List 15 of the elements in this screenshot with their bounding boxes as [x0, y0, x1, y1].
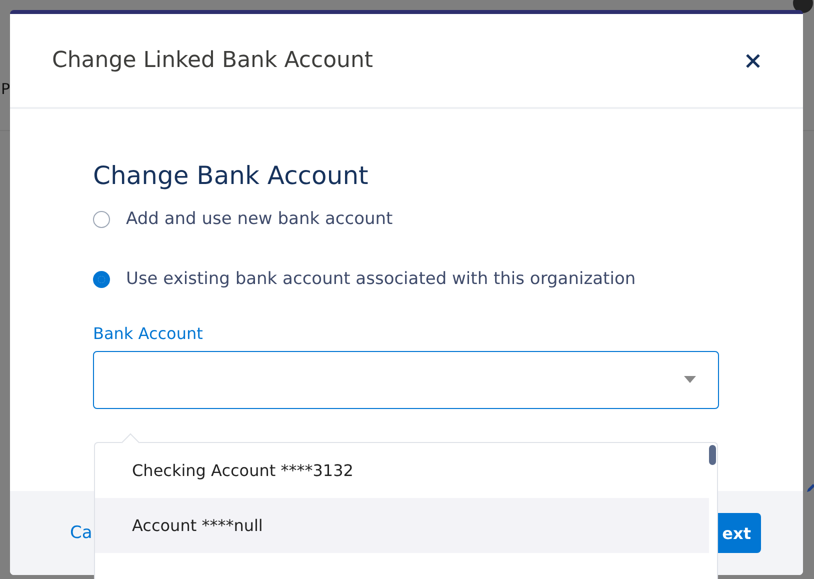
field-label: Bank Account	[93, 324, 204, 343]
radio-option[interactable]: Add and use new bank account	[93, 204, 720, 234]
close-icon[interactable]	[745, 52, 761, 68]
select-field[interactable]	[93, 351, 719, 409]
caret-icon	[684, 376, 696, 384]
pencil-icon	[806, 483, 814, 493]
cancel-link[interactable]: Ca	[70, 523, 92, 543]
section-title: Change Bank Account	[93, 161, 370, 190]
background-text: P	[1, 80, 10, 98]
radio-option[interactable]: Use existing bank account associated with this organization	[93, 264, 720, 294]
dropdown-option[interactable]: Account ****null	[95, 498, 709, 553]
help-icon[interactable]	[792, 0, 814, 14]
scrollbar-thumb[interactable]	[709, 445, 716, 465]
window-title: Change Linked Bank Account	[52, 48, 374, 73]
dropdown-option[interactable]: Checking Account ****3132	[95, 443, 709, 498]
